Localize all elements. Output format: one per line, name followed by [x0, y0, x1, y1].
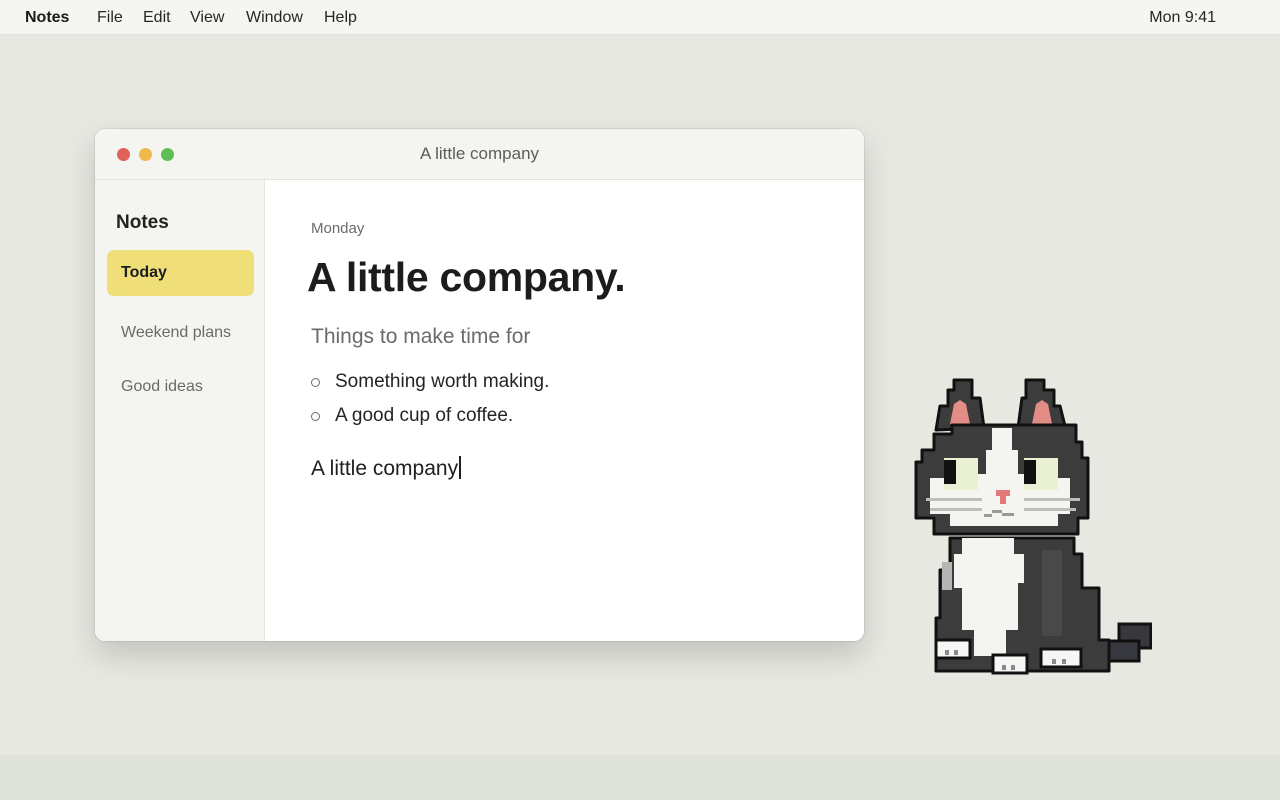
checklist-item-text[interactable]: Something worth making.: [335, 371, 549, 393]
note-body-line[interactable]: A little company: [311, 457, 458, 480]
note-body-text[interactable]: A little company: [311, 456, 462, 481]
note-title[interactable]: A little company.: [307, 254, 626, 301]
checklist-item-text[interactable]: A good cup of coffee.: [335, 405, 513, 427]
note-editor[interactable]: Monday A little company. Things to make …: [266, 180, 864, 641]
note-subtitle[interactable]: Things to make time for: [311, 325, 530, 349]
window-titlebar[interactable]: A little company: [95, 129, 864, 180]
note-day: Monday: [311, 220, 365, 237]
menu-help[interactable]: Help: [324, 9, 357, 27]
checkbox-circle-icon[interactable]: [311, 412, 320, 421]
pixel-cat-icon: [914, 378, 1152, 675]
sidebar-item-good-ideas[interactable]: Good ideas: [107, 364, 254, 410]
notes-window: A little company Notes Today Weekend pla…: [95, 129, 864, 641]
menu-edit[interactable]: Edit: [143, 9, 171, 27]
cat-head: [914, 378, 1090, 536]
window-title: A little company: [419, 144, 540, 163]
desktop-bottom-strip: [0, 755, 1280, 800]
menu-window[interactable]: Window: [246, 9, 303, 27]
sidebar-item-weekend-plans[interactable]: Weekend plans: [107, 310, 254, 356]
app-menu-notes[interactable]: Notes: [25, 9, 69, 27]
text-cursor: [459, 456, 462, 479]
sidebar-item-today[interactable]: Today: [107, 250, 254, 296]
notes-sidebar: Notes Today Weekend plans Good ideas: [95, 180, 265, 641]
menu-file[interactable]: File: [97, 9, 123, 27]
menu-view[interactable]: View: [190, 9, 224, 27]
menu-bar-clock[interactable]: Mon 9:41: [1149, 9, 1216, 27]
menu-bar: Notes File Edit View Window Help Mon 9:4…: [0, 0, 1280, 35]
sidebar-heading: Notes: [116, 212, 169, 233]
cat-tail: [1107, 622, 1152, 663]
checkbox-circle-icon[interactable]: [311, 378, 320, 387]
